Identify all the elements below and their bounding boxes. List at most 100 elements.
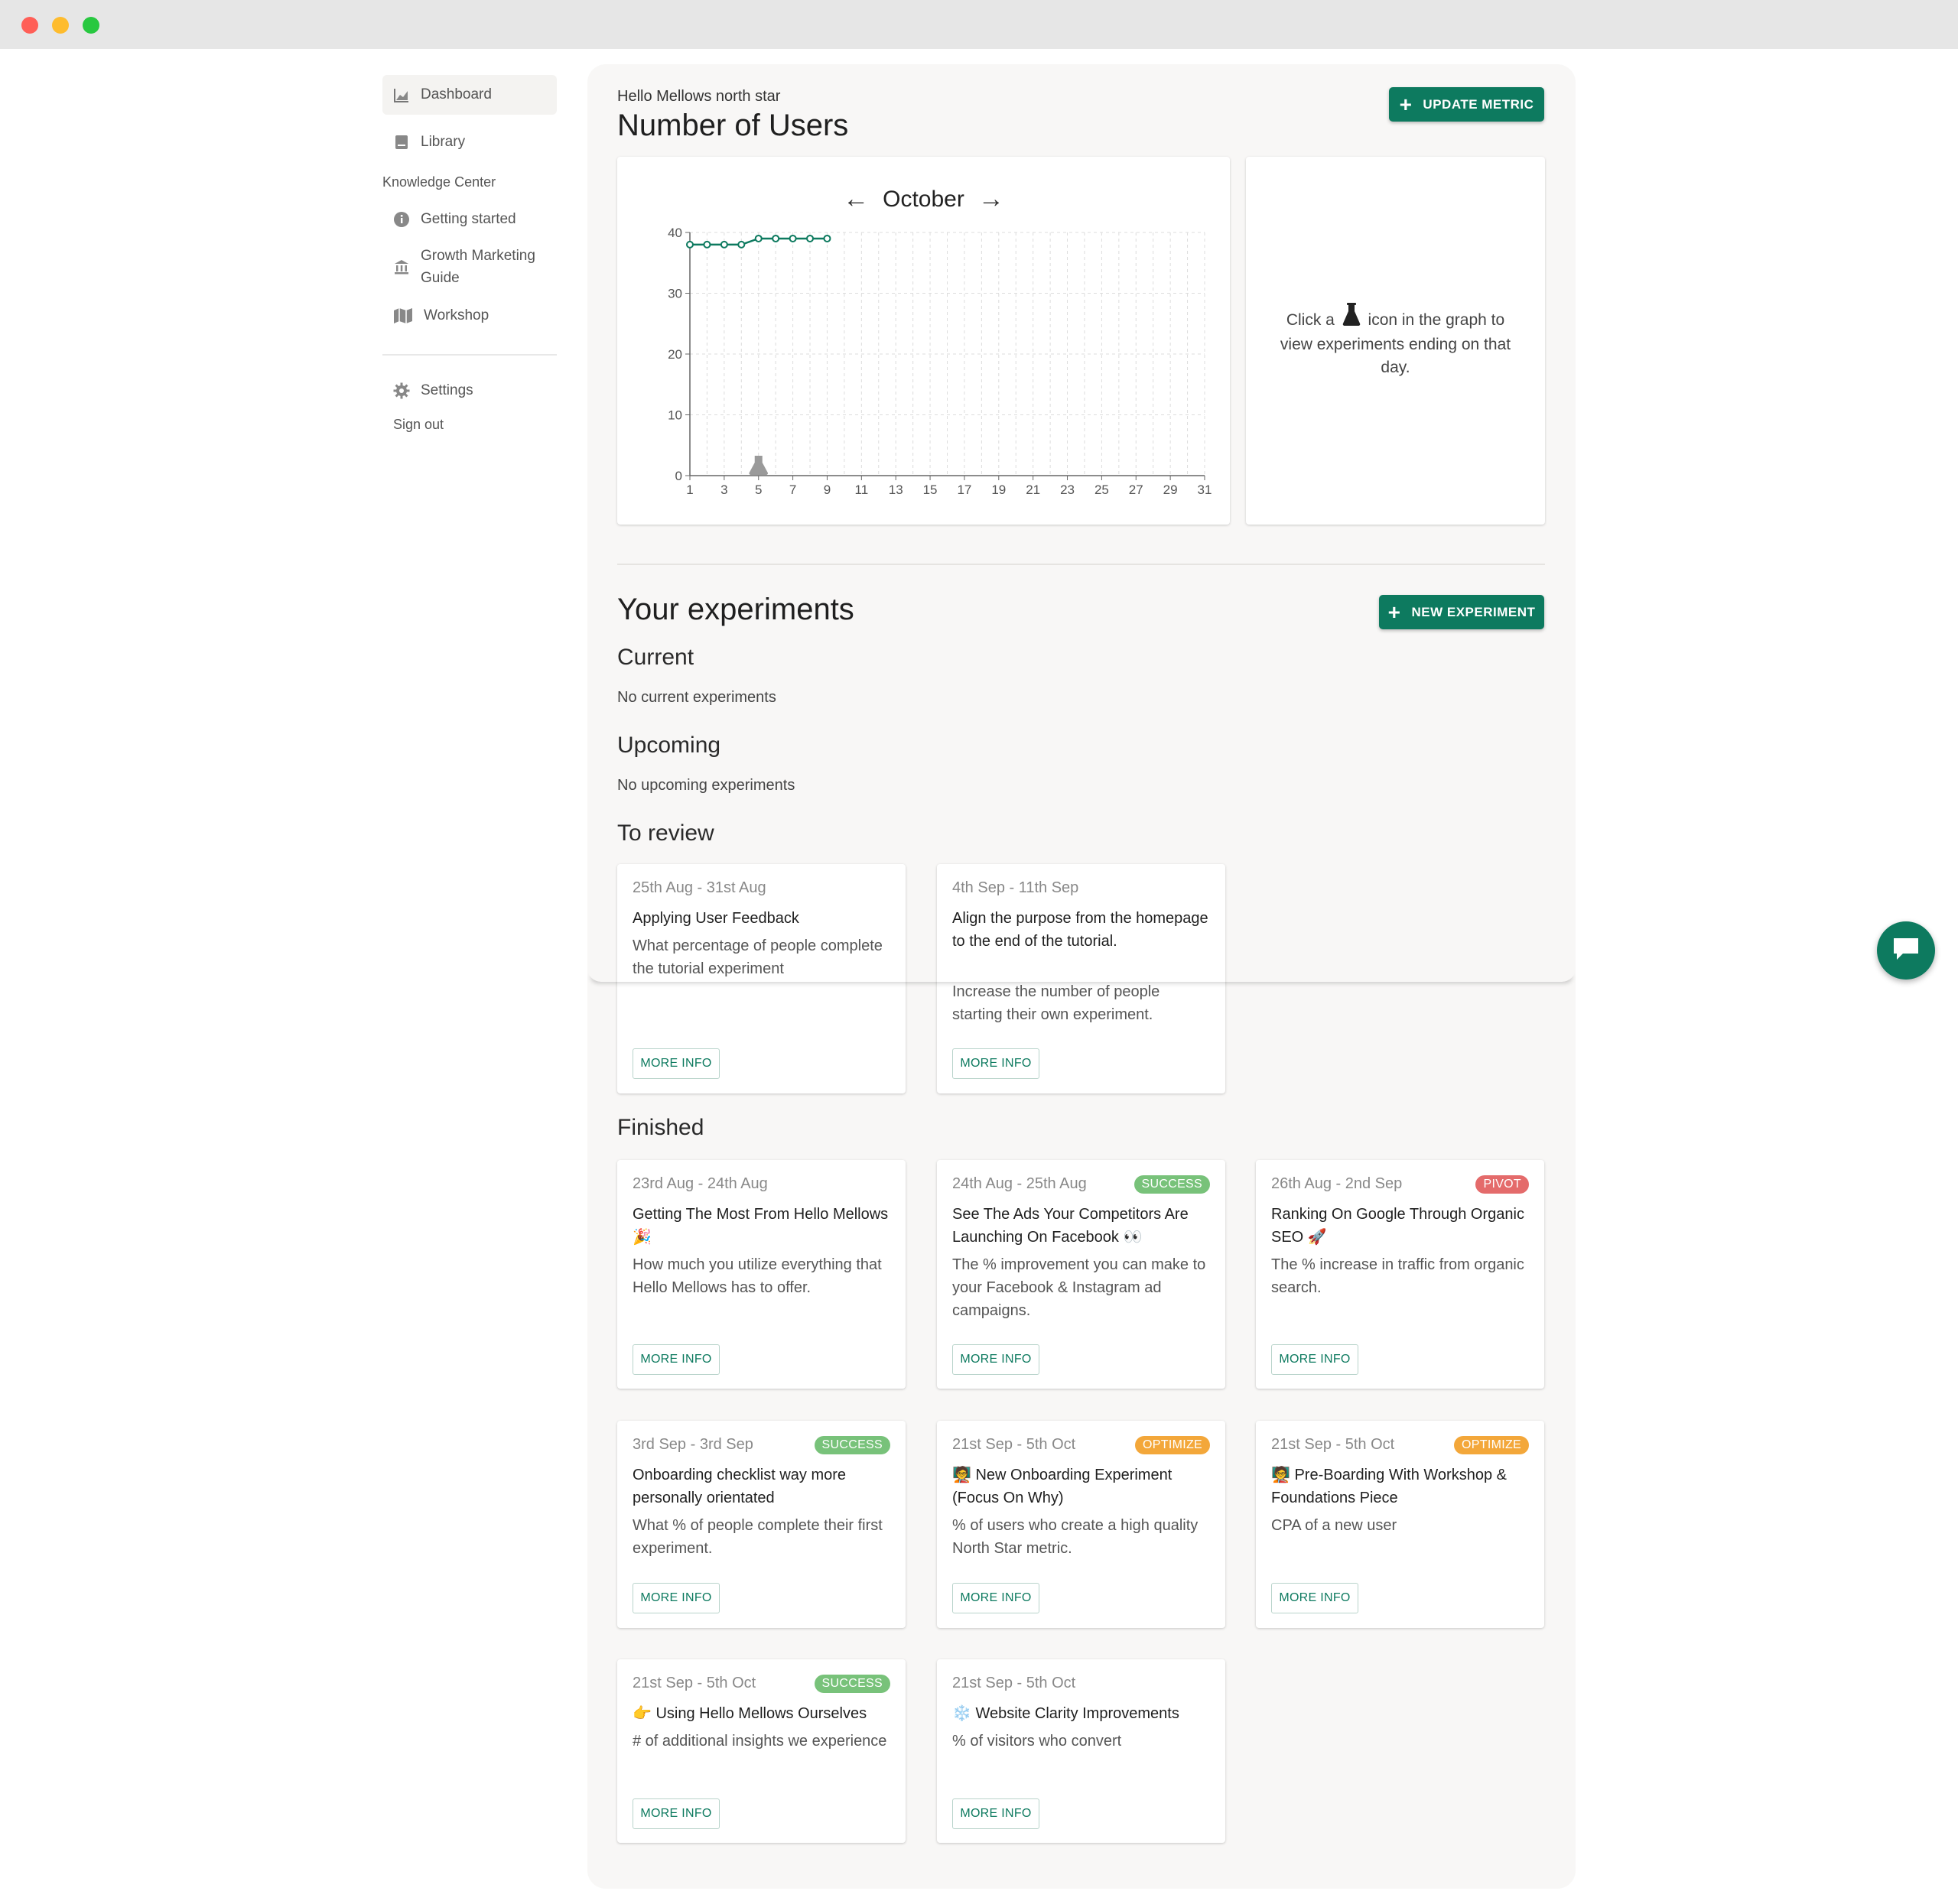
chat-support-button[interactable] — [1877, 921, 1935, 980]
status-badge: OPTIMIZE — [1135, 1436, 1210, 1454]
more-info-button[interactable]: MORE INFO — [952, 1583, 1039, 1613]
sidebar-item-workshop[interactable]: Workshop — [382, 296, 557, 336]
sidebar-item-label: Settings — [421, 382, 473, 398]
sign-out-link[interactable]: Sign out — [382, 417, 557, 433]
data-point — [703, 240, 711, 249]
data-point — [686, 240, 694, 249]
finished-experiment-card: 21st Sep - 5th Oct OPTIMIZE 🧑‍🏫 New Onbo… — [937, 1421, 1225, 1628]
more-info-button[interactable]: MORE INFO — [1271, 1344, 1358, 1375]
x-tick-label: 15 — [923, 482, 938, 497]
close-window-button[interactable] — [21, 17, 38, 34]
experiment-description: CPA of a new user — [1271, 1517, 1397, 1534]
sidebar-item-growth-marketing-guide[interactable]: Growth Marketing Guide — [382, 242, 557, 291]
gear-icon — [393, 382, 410, 399]
experiment-description: What % of people complete their first ex… — [633, 1517, 883, 1557]
more-info-button[interactable]: MORE INFO — [633, 1048, 720, 1079]
experiment-dates: 24th Aug - 25th Aug — [952, 1175, 1087, 1192]
y-tick-label: 40 — [668, 226, 682, 240]
sidebar-item-label: Getting started — [421, 211, 516, 227]
experiment-description: How much you utilize everything that Hel… — [633, 1256, 882, 1296]
new-experiment-label: NEW EXPERIMENT — [1411, 604, 1536, 619]
experiment-description: The % improvement you can make to your F… — [952, 1256, 1206, 1319]
x-tick-label: 31 — [1198, 482, 1212, 497]
knowledge-center-heading: Knowledge Center — [382, 174, 496, 190]
experiment-hint-card: Click a icon in the graph to view experi… — [1246, 157, 1545, 525]
sidebar-item-label: Growth Marketing Guide — [421, 248, 535, 286]
x-tick-label: 5 — [755, 482, 762, 497]
status-badge: SUCCESS — [814, 1436, 890, 1454]
x-tick-label: 19 — [991, 482, 1006, 497]
data-point — [737, 240, 746, 249]
status-badge: SUCCESS — [814, 1675, 890, 1693]
x-tick-label: 11 — [855, 482, 869, 497]
experiment-dates: 21st Sep - 5th Oct — [1271, 1436, 1395, 1453]
data-point — [754, 234, 763, 242]
more-info-button[interactable]: MORE INFO — [1271, 1583, 1358, 1613]
experiment-dates: 25th Aug - 31st Aug — [633, 879, 766, 896]
plus-icon: + — [1387, 599, 1401, 624]
update-metric-label: UPDATE METRIC — [1423, 96, 1534, 112]
sidebar-item-dashboard[interactable]: Dashboard — [382, 75, 557, 115]
more-info-button[interactable]: MORE INFO — [952, 1048, 1039, 1079]
experiment-description: What percentage of people complete the t… — [633, 937, 883, 977]
sidebar-divider — [382, 354, 557, 356]
y-tick-label: 20 — [668, 347, 682, 362]
section-divider — [617, 564, 1545, 565]
x-tick-label: 13 — [889, 482, 903, 497]
experiment-title: Align the purpose from the homepage to t… — [952, 910, 1208, 950]
plus-icon: + — [1399, 92, 1413, 116]
x-tick-label: 21 — [1026, 482, 1040, 497]
new-experiment-button[interactable]: + NEW EXPERIMENT — [1379, 595, 1544, 629]
book-icon — [393, 134, 410, 151]
sidebar-item-settings[interactable]: Settings — [382, 371, 557, 411]
x-tick-label: 25 — [1094, 482, 1109, 497]
chat-icon — [1891, 935, 1921, 967]
experiment-title: 🧑‍🏫 Pre-Boarding With Workshop & Foundat… — [1271, 1467, 1507, 1506]
x-tick-label: 9 — [824, 482, 831, 497]
sidebar-item-library[interactable]: Library — [382, 122, 557, 162]
review-experiment-card: 4th Sep - 11th Sep Align the purpose fro… — [937, 864, 1225, 1093]
experiments-heading: Your experiments — [617, 593, 854, 626]
x-tick-label: 3 — [720, 482, 727, 497]
data-point — [806, 234, 815, 242]
page-title: Number of Users — [617, 109, 849, 142]
sidebar-item-getting-started[interactable]: Getting started — [382, 200, 557, 239]
status-badge: PIVOT — [1475, 1175, 1529, 1194]
more-info-button[interactable]: MORE INFO — [952, 1798, 1039, 1829]
experiment-dates: 26th Aug - 2nd Sep — [1271, 1175, 1403, 1192]
sidebar: Dashboard Library Knowledge Center Getti… — [382, 75, 557, 433]
info-icon — [393, 211, 410, 228]
data-point — [772, 234, 780, 242]
more-info-button[interactable]: MORE INFO — [633, 1583, 720, 1613]
experiment-dates: 3rd Sep - 3rd Sep — [633, 1436, 753, 1453]
more-info-button[interactable]: MORE INFO — [633, 1344, 720, 1375]
experiment-description: % of users who create a high quality Nor… — [952, 1517, 1199, 1557]
finished-experiment-card: 26th Aug - 2nd Sep PIVOT Ranking On Goog… — [1256, 1160, 1544, 1389]
current-heading: Current — [617, 645, 694, 670]
y-tick-label: 0 — [675, 469, 682, 483]
experiment-title: Ranking On Google Through Organic SEO 🚀 — [1271, 1206, 1524, 1246]
upcoming-heading: Upcoming — [617, 733, 721, 758]
y-tick-label: 10 — [668, 408, 682, 423]
experiment-title: See The Ads Your Competitors Are Launchi… — [952, 1206, 1189, 1246]
data-point — [789, 234, 797, 242]
finished-experiment-card: 24th Aug - 25th Aug SUCCESS See The Ads … — [937, 1160, 1225, 1389]
maximize-window-button[interactable] — [83, 17, 99, 34]
minimize-window-button[interactable] — [52, 17, 69, 34]
project-subtitle: Hello Mellows north star — [617, 88, 781, 105]
current-empty-text: No current experiments — [617, 689, 776, 706]
more-info-button[interactable]: MORE INFO — [633, 1798, 720, 1829]
update-metric-button[interactable]: + UPDATE METRIC — [1389, 87, 1544, 122]
experiment-description: % of visitors who convert — [952, 1733, 1122, 1750]
x-tick-label: 29 — [1163, 482, 1178, 497]
to-review-heading: To review — [617, 820, 714, 846]
experiment-dates: 21st Sep - 5th Oct — [952, 1675, 1076, 1691]
window-titlebar — [0, 0, 1958, 49]
finished-experiment-card: 3rd Sep - 3rd Sep SUCCESS Onboarding che… — [617, 1421, 906, 1628]
finished-experiment-card: 21st Sep - 5th Oct ❄️ Website Clarity Im… — [937, 1659, 1225, 1843]
more-info-button[interactable]: MORE INFO — [952, 1344, 1039, 1375]
experiment-description: The % increase in traffic from organic s… — [1271, 1256, 1524, 1296]
sidebar-item-label: Library — [421, 134, 466, 150]
experiment-dates: 21st Sep - 5th Oct — [952, 1436, 1076, 1453]
experiment-title: Applying User Feedback — [633, 910, 799, 927]
